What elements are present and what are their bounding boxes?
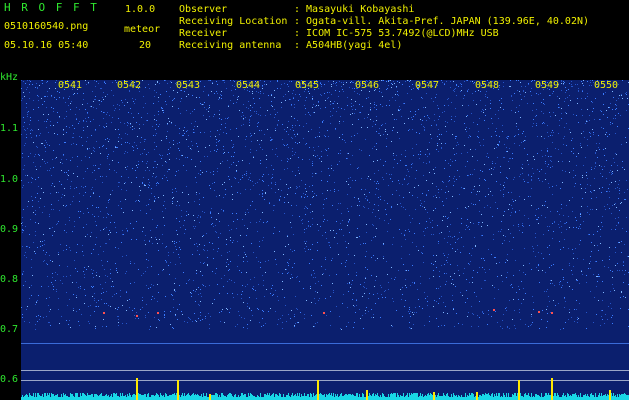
meteor-spike — [209, 394, 211, 400]
meteor-label: meteor — [124, 24, 161, 35]
noise-floor — [21, 393, 629, 400]
meteor-spike — [609, 390, 611, 400]
spectrogram-canvas — [21, 80, 629, 400]
time-tick-label: 0542 — [117, 80, 142, 91]
info-value-observer: : Masayuki Kobayashi — [294, 4, 415, 15]
app-version: 1.0.0 — [125, 4, 156, 15]
reference-line — [21, 370, 629, 371]
info-label-antenna: Receiving antenna — [179, 40, 282, 51]
meteor-echo — [103, 312, 105, 314]
time-tick-label: 0549 — [535, 80, 560, 91]
info-value-antenna: : A504HB(yagi 4el) — [294, 40, 403, 51]
time-tick-label: 0546 — [355, 80, 380, 91]
info-value-receiver: : ICOM IC-575 53.7492(@LCD)MHz USB — [294, 28, 499, 39]
datetime: 05.10.16 05:40 — [4, 40, 89, 51]
meteor-spike — [476, 392, 478, 400]
meteor-echo — [323, 312, 325, 314]
meteor-spike — [433, 392, 435, 400]
info-label-observer: Observer — [179, 4, 228, 15]
meteor-spike — [136, 378, 138, 400]
info-label-receiver: Receiver — [179, 28, 228, 39]
time-tick-label: 0541 — [58, 80, 83, 91]
y-tick-label: 0.8 — [0, 274, 19, 285]
info-label-location: Receiving Location — [179, 16, 288, 27]
y-tick-label: 1.1 — [0, 123, 19, 134]
filename: 0510160540.png — [4, 21, 89, 32]
meteor-spike — [317, 380, 319, 400]
y-tick-label: 0.7 — [0, 324, 19, 335]
reference-line — [21, 380, 629, 381]
meteor-spike — [366, 390, 368, 400]
spectrogram-panel — [21, 80, 629, 400]
time-tick-label: 0550 — [594, 80, 619, 91]
meteor-count: 20 — [139, 40, 152, 51]
noise-layer — [21, 80, 629, 330]
meteor-echo — [493, 309, 495, 311]
meteor-spike — [551, 378, 553, 400]
meteor-echo — [136, 315, 138, 317]
time-tick-label: 0547 — [415, 80, 440, 91]
y-unit-label: kHz — [0, 72, 19, 83]
time-tick-label: 0548 — [475, 80, 500, 91]
time-tick-label: 0543 — [176, 80, 201, 91]
y-tick-label: 0.6 — [0, 374, 19, 385]
time-tick-label: 0544 — [236, 80, 261, 91]
meteor-spike — [518, 380, 520, 400]
app-title: H R O F F T — [4, 1, 99, 14]
meteor-echo — [157, 312, 159, 314]
reference-line — [21, 343, 629, 344]
time-tick-label: 0545 — [295, 80, 320, 91]
y-tick-label: 1.0 — [0, 174, 19, 185]
meteor-echo — [551, 312, 553, 314]
info-value-location: : Ogata-vill. Akita-Pref. JAPAN (139.96E… — [294, 16, 590, 27]
meteor-spike — [177, 380, 179, 400]
y-tick-label: 0.9 — [0, 224, 19, 235]
meteor-echo — [538, 311, 540, 313]
